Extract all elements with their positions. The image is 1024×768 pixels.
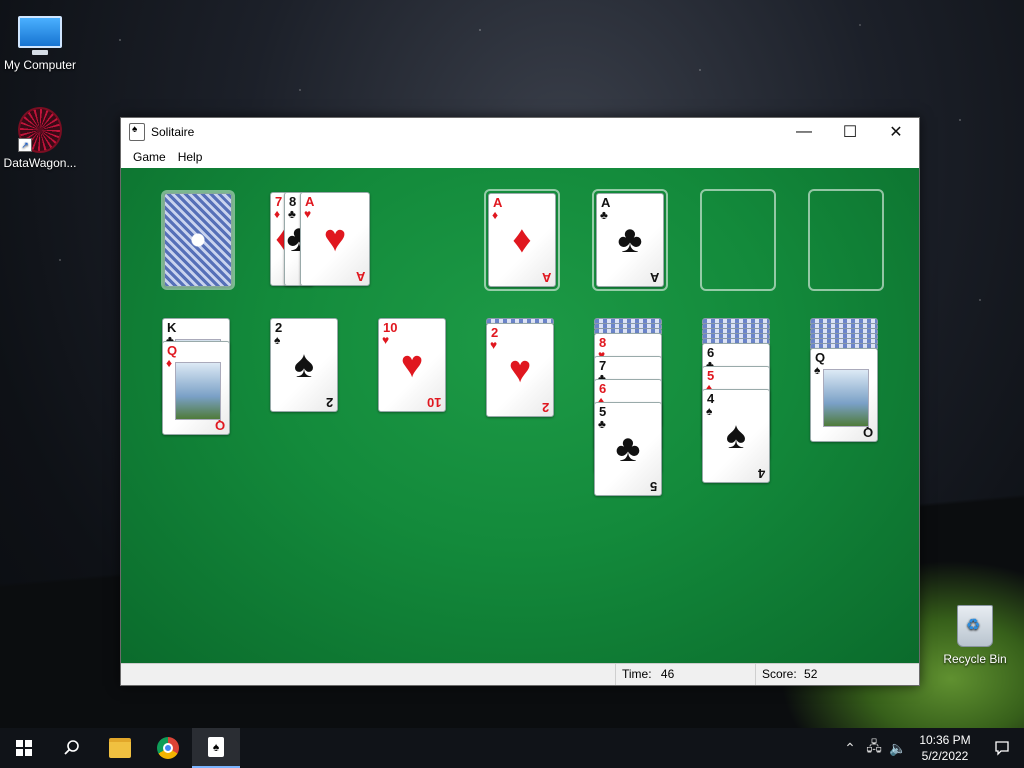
tableau-card[interactable]: Q ♠ Q [810, 348, 878, 442]
tableau-card[interactable]: Q ♦ Q [162, 341, 230, 435]
volume-icon[interactable]: 🔈 [886, 740, 910, 757]
taskbar-solitaire[interactable]: ♠ [192, 728, 240, 768]
menu-bar: Game Help [121, 146, 919, 168]
face-card-artwork [175, 362, 221, 420]
notifications-button[interactable] [980, 728, 1024, 768]
card-rank-bottom: Q [214, 418, 225, 433]
card-center-pip: ♥ [508, 349, 532, 391]
desktop-icon-label: Recycle Bin [943, 652, 1007, 666]
card-center-pip: ♥ [400, 344, 424, 386]
score-status: Score: 52 [755, 664, 912, 685]
desktop-icon-label: My Computer [3, 58, 77, 72]
tableau-card[interactable]: 4 ♠ 4 ♠ [702, 389, 770, 483]
taskbar: ♠ ⌃ 🖧 🔈 10:36 PM 5/2/2022 [0, 728, 1024, 768]
maximize-button[interactable]: ☐ [827, 118, 873, 146]
card-rank-bottom: 4 [757, 466, 765, 481]
title-bar[interactable]: Solitaire — ☐ ✕ [121, 118, 919, 146]
time-status: Time: 46 [615, 664, 752, 685]
card-center-pip: ♠ [293, 344, 315, 386]
card-center-pip: ♦ [512, 219, 532, 261]
tableau-card[interactable]: 10 ♥ 10 ♥ [378, 318, 446, 412]
card-rank-bottom: A [541, 270, 551, 285]
time-value: 46 [660, 667, 675, 681]
start-button[interactable] [0, 728, 48, 768]
foundation-card[interactable]: A ♣ A ♣ [596, 193, 664, 287]
chevron-up-icon[interactable]: ⌃ [838, 740, 862, 757]
card-rank-bottom: 10 [426, 395, 441, 410]
taskbar-chrome[interactable] [144, 728, 192, 768]
solitaire-app-icon [129, 123, 145, 141]
desktop-icon-datawagon[interactable]: ↗ DataWagon... [0, 107, 80, 170]
tableau-card[interactable]: 5 ♣ 5 ♣ [594, 402, 662, 496]
system-tray: ⌃ 🖧 🔈 10:36 PM 5/2/2022 [838, 728, 1024, 768]
card-center-pip: ♣ [617, 219, 643, 261]
windows-logo-icon [16, 740, 32, 756]
time-label: Time: [622, 667, 652, 681]
search-icon [64, 740, 79, 755]
card-rank-bottom: A [355, 269, 365, 284]
window-title: Solitaire [151, 125, 195, 139]
foundation-slot[interactable] [700, 189, 776, 291]
card-rank-bottom: 2 [541, 400, 549, 415]
game-table[interactable]: 7♦7♦8♣8♣A♥A♥ A♦A♦A♣A♣ K♣KQ♦Q2♠2♠10♥10♥2♥… [121, 168, 919, 664]
close-button[interactable]: ✕ [873, 118, 919, 146]
tableau-card[interactable]: 2 ♥ 2 ♥ [486, 323, 554, 417]
taskbar-file-explorer[interactable] [96, 728, 144, 768]
status-bar: Time: 46 Score: 52 [121, 663, 919, 685]
waste-card[interactable]: A ♥ A ♥ [300, 192, 370, 286]
tableau-card[interactable]: 2 ♠ 2 ♠ [270, 318, 338, 412]
stock-pile[interactable] [164, 193, 232, 287]
clock-date: 5/2/2022 [921, 749, 969, 763]
foundation-slot[interactable] [808, 189, 884, 291]
notification-icon [995, 741, 1009, 756]
minimize-button[interactable]: — [781, 118, 827, 146]
card-rank-bottom: 5 [649, 479, 657, 494]
search-button[interactable] [48, 728, 96, 768]
chrome-icon [157, 737, 179, 759]
recycle-bin-icon [953, 604, 997, 648]
score-value: 52 [804, 667, 818, 681]
desktop-icon-label: DataWagon... [3, 156, 77, 170]
clock-time: 10:36 PM [919, 733, 971, 747]
desktop-icon-recycle-bin[interactable]: Recycle Bin [935, 604, 1015, 666]
clock[interactable]: 10:36 PM 5/2/2022 [910, 732, 980, 764]
card-suit: ♦ [166, 356, 173, 370]
solitaire-icon: ♠ [208, 737, 224, 757]
card-rank-bottom: Q [862, 425, 873, 440]
card-suit: ♠ [814, 363, 821, 377]
desktop-icon-my-computer[interactable]: My Computer [0, 10, 80, 72]
menu-game[interactable]: Game [127, 150, 172, 164]
card-rank-bottom: A [649, 270, 659, 285]
foundation-card[interactable]: A ♦ A ♦ [488, 193, 556, 287]
menu-help[interactable]: Help [172, 150, 209, 164]
score-label: Score: [762, 667, 797, 681]
shortcut-arrow-icon: ↗ [18, 138, 32, 152]
computer-icon [18, 10, 62, 55]
datawagon-icon: ↗ [18, 107, 62, 153]
card-center-pip: ♥ [323, 218, 347, 260]
card-center-pip: ♠ [725, 415, 747, 457]
card-rank-bottom: 2 [325, 395, 333, 410]
solitaire-window: Solitaire — ☐ ✕ Game Help 7♦7♦8♣8♣A♥A♥ A… [120, 117, 920, 686]
card-center-pip: ♣ [615, 428, 641, 470]
face-card-artwork [823, 369, 869, 427]
network-icon[interactable]: 🖧 [862, 736, 886, 760]
folder-icon [109, 738, 131, 758]
